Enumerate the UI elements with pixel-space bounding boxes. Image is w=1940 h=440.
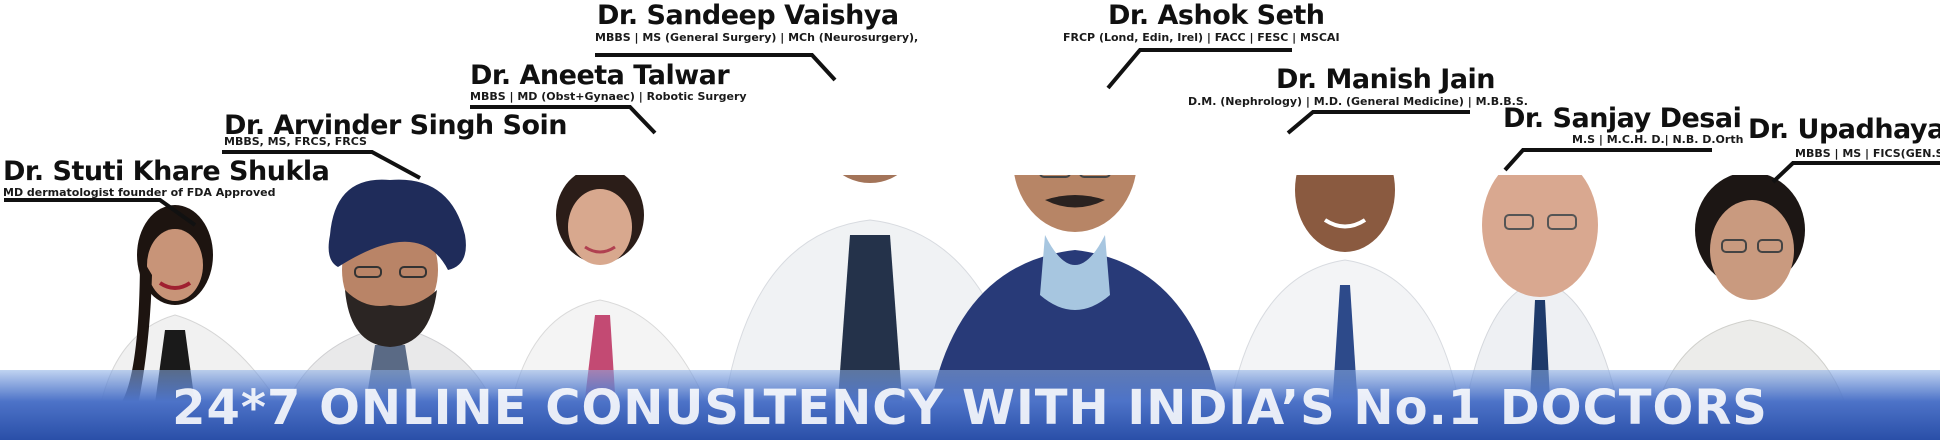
doctor-name-ashok: Dr. Ashok Seth xyxy=(1108,0,1325,31)
doctors-banner: Dr. Stuti Khare Shukla MD dermatologist … xyxy=(0,0,1940,440)
doctor-credentials-sandeep: MBBS | MS (General Surgery) | MCh (Neuro… xyxy=(595,31,919,44)
headline-text: 24*7 ONLINE CONUSLTENCY WITH INDIA’S No.… xyxy=(172,380,1768,436)
doctor-name-sanjay: Dr. Sanjay Desai xyxy=(1503,103,1742,134)
doctor-name-stuti: Dr. Stuti Khare Shukla xyxy=(3,156,330,187)
doctor-credentials-sanjay: M.S | M.C.H. D.| N.B. D.Orth xyxy=(1572,133,1744,146)
leader-line-upadhayay xyxy=(1771,161,1940,184)
doctor-credentials-ashok: FRCP (Lond, Edin, Irel) | FACC | FESC | … xyxy=(1063,31,1340,44)
leader-line-manish xyxy=(1286,110,1470,135)
doctor-credentials-stuti: MD dermatologist founder of FDA Approved xyxy=(3,186,276,199)
doctor-name-manish: Dr. Manish Jain xyxy=(1276,64,1496,95)
leader-line-ashok xyxy=(1106,48,1292,90)
doctor-name-sandeep: Dr. Sandeep Vaishya xyxy=(597,0,899,31)
leader-line-sanjay xyxy=(1503,148,1712,172)
doctor-credentials-upadhayay: MBBS | MS | FICS(GEN.Surg.) xyxy=(1795,147,1940,160)
doctor-credentials-manish: D.M. (Nephrology) | M.D. (General Medici… xyxy=(1188,95,1528,108)
doctor-credentials-aneeta: MBBS | MD (Obst+Gynaec) | Robotic Surger… xyxy=(470,90,747,103)
leader-line-stuti xyxy=(4,198,197,227)
doctor-name-aneeta: Dr. Aneeta Talwar xyxy=(470,60,730,91)
doctor-name-upadhayay: Dr. Upadhayay xyxy=(1748,114,1940,145)
doctor-credentials-arvinder: MBBS, MS, FRCS, FRCS xyxy=(224,135,367,148)
